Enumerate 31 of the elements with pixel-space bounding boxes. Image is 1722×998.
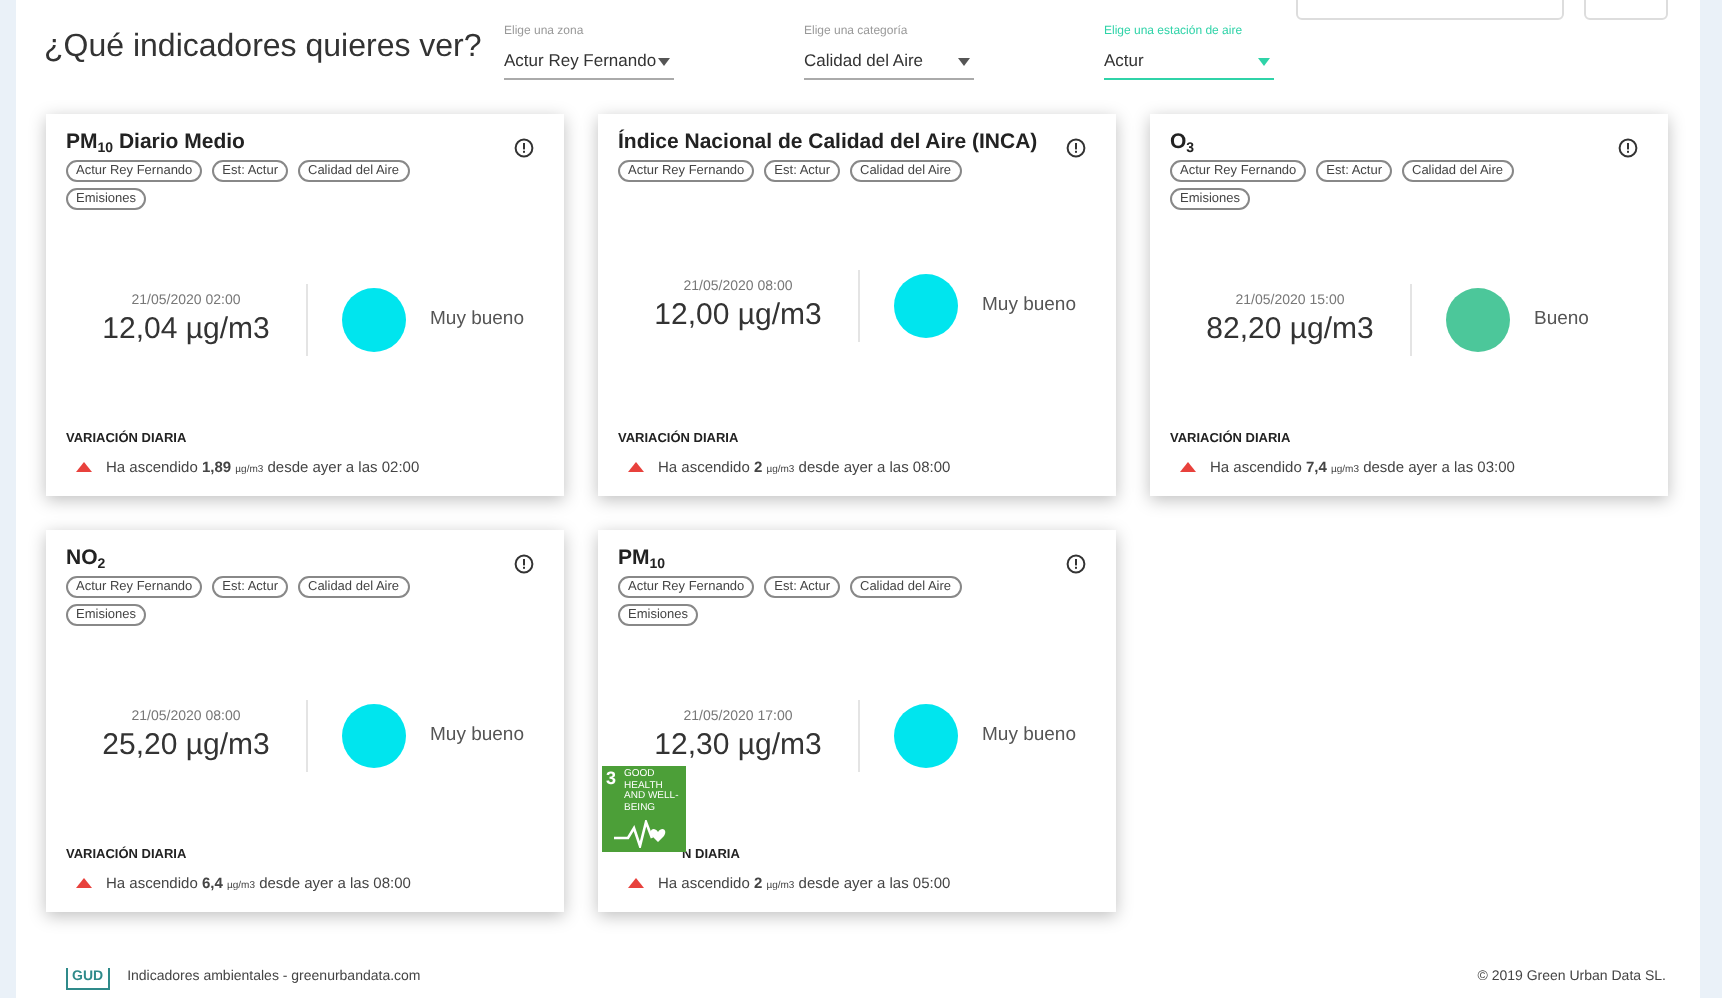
caret-icon [1258, 57, 1270, 66]
info-icon[interactable] [514, 138, 534, 158]
info-icon[interactable] [1066, 138, 1086, 158]
card-title: NO$_{2}$ [66, 548, 106, 572]
quality-label: Muy bueno [430, 721, 525, 750]
reading-value: 12,00 µg/m3 [652, 299, 824, 333]
heartbeat-icon [614, 820, 670, 848]
up-triangle-icon [628, 461, 644, 472]
reading-value: 12,04 µg/m3 [100, 313, 272, 347]
caret-icon [658, 57, 670, 66]
quality-label: Muy bueno [982, 291, 1077, 320]
quality-label: Muy bueno [982, 721, 1077, 750]
card-title: O$_{3}$ [1170, 132, 1195, 156]
badge-number: 3 [606, 770, 617, 792]
page-title: ¿Qué indicadores quieres ver? [44, 28, 484, 68]
card-title: Índice Nacional de Calidad del Aire (INCA) [618, 132, 1038, 156]
info-icon[interactable] [1618, 138, 1638, 158]
up-triangle-icon [1180, 461, 1196, 472]
info-icon[interactable] [514, 554, 534, 574]
up-triangle-icon [628, 877, 644, 888]
quality-label: Muy bueno [430, 305, 525, 334]
up-triangle-icon [76, 877, 92, 888]
reading-value: 25,20 µg/m3 [100, 729, 272, 763]
reading-value: 12,30 µg/m3 [652, 729, 824, 763]
reading-value: 82,20 µg/m3 [1204, 313, 1376, 347]
card-title: PM$_{10}$ [618, 548, 666, 572]
caret-icon [958, 57, 970, 66]
card-title: PM$_{10}$ Diario Medio [66, 132, 245, 156]
quality-label: Bueno [1534, 305, 1589, 334]
info-icon[interactable] [1066, 554, 1086, 574]
up-triangle-icon [76, 461, 92, 472]
